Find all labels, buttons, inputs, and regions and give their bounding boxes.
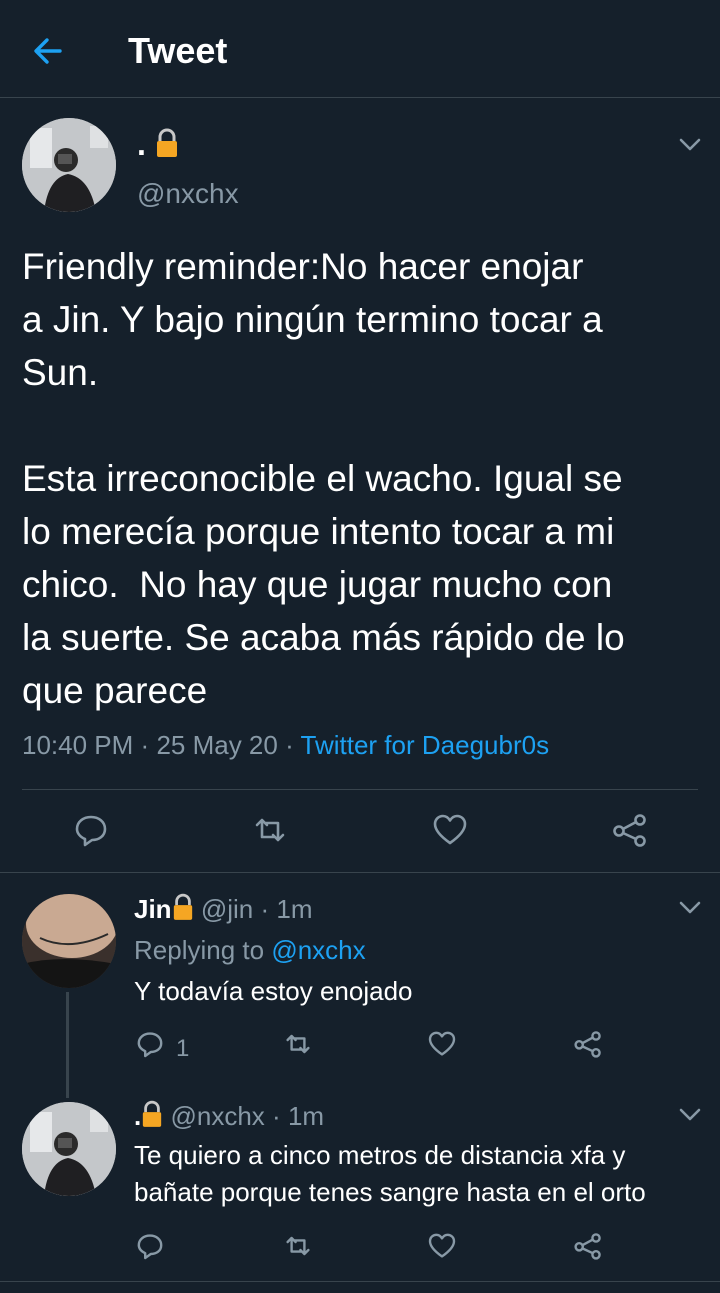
replying-label: Replying to	[134, 935, 265, 965]
reply-icon[interactable]	[134, 1230, 166, 1262]
top-bar: Tweet	[0, 0, 720, 98]
replying-to: Replying to @nxchx	[134, 935, 366, 966]
page-title: Tweet	[128, 30, 228, 71]
like-icon[interactable]	[426, 1028, 458, 1060]
chevron-down-icon[interactable]	[676, 893, 704, 921]
lock-icon	[172, 893, 194, 928]
meta-separator: ·	[272, 1101, 281, 1131]
tweet-meta: 10:40 PM · 25 May 20 · Twitter for Daegu…	[22, 730, 549, 761]
share-icon[interactable]	[610, 810, 650, 850]
reply-header: Jin @jin · 1m	[134, 893, 312, 928]
meta-separator: ·	[260, 894, 270, 924]
thread-line	[66, 992, 69, 1098]
tweet-date: 25 May 20	[156, 730, 278, 760]
reply-count: 1	[176, 1035, 190, 1062]
reply-header: . @nxchx · 1m	[134, 1100, 324, 1135]
display-name[interactable]: Jin	[134, 894, 172, 924]
author-name[interactable]: .	[137, 126, 179, 166]
avatar[interactable]	[22, 1102, 116, 1196]
retweet-icon[interactable]	[282, 1230, 314, 1262]
tweet-source-link[interactable]: Twitter for Daegubr0s	[301, 730, 550, 760]
divider	[22, 789, 698, 790]
like-icon[interactable]	[430, 810, 470, 850]
share-icon[interactable]	[572, 1028, 604, 1060]
divider	[0, 872, 720, 873]
back-arrow-icon[interactable]	[30, 33, 66, 69]
reply-time: 1m	[287, 1101, 325, 1131]
avatar[interactable]	[22, 894, 116, 988]
lock-icon	[155, 128, 179, 166]
reply-handle: @nxchx	[170, 1101, 265, 1131]
reply-text: Y todavía estoy enojado	[134, 976, 413, 1006]
retweet-icon[interactable]	[282, 1028, 314, 1060]
tweet-body: Friendly reminder:No hacer enojar a Jin.…	[22, 246, 625, 711]
display-name[interactable]: .	[134, 1101, 141, 1131]
author-handle: @nxchx	[137, 178, 239, 209]
retweet-icon[interactable]	[250, 810, 290, 850]
reply-text: Te quiero a cinco metros de distancia xf…	[134, 1140, 646, 1207]
meta-separator: ·	[140, 730, 150, 760]
reply-time: 1m	[276, 894, 313, 924]
lock-icon	[141, 1100, 163, 1135]
meta-separator: ·	[285, 730, 294, 760]
display-name: .	[137, 126, 146, 162]
replying-handle-link[interactable]: @nxchx	[271, 935, 365, 965]
chevron-down-icon[interactable]	[676, 130, 704, 158]
share-icon[interactable]	[572, 1230, 604, 1262]
chevron-down-icon[interactable]	[676, 1100, 704, 1128]
tweet-time: 10:40 PM	[22, 730, 134, 760]
divider	[0, 1281, 720, 1282]
reply-handle: @jin	[200, 894, 254, 924]
like-icon[interactable]	[426, 1230, 458, 1262]
reply-icon[interactable]	[71, 810, 111, 850]
avatar[interactable]	[22, 118, 116, 212]
reply-icon[interactable]	[134, 1028, 166, 1060]
